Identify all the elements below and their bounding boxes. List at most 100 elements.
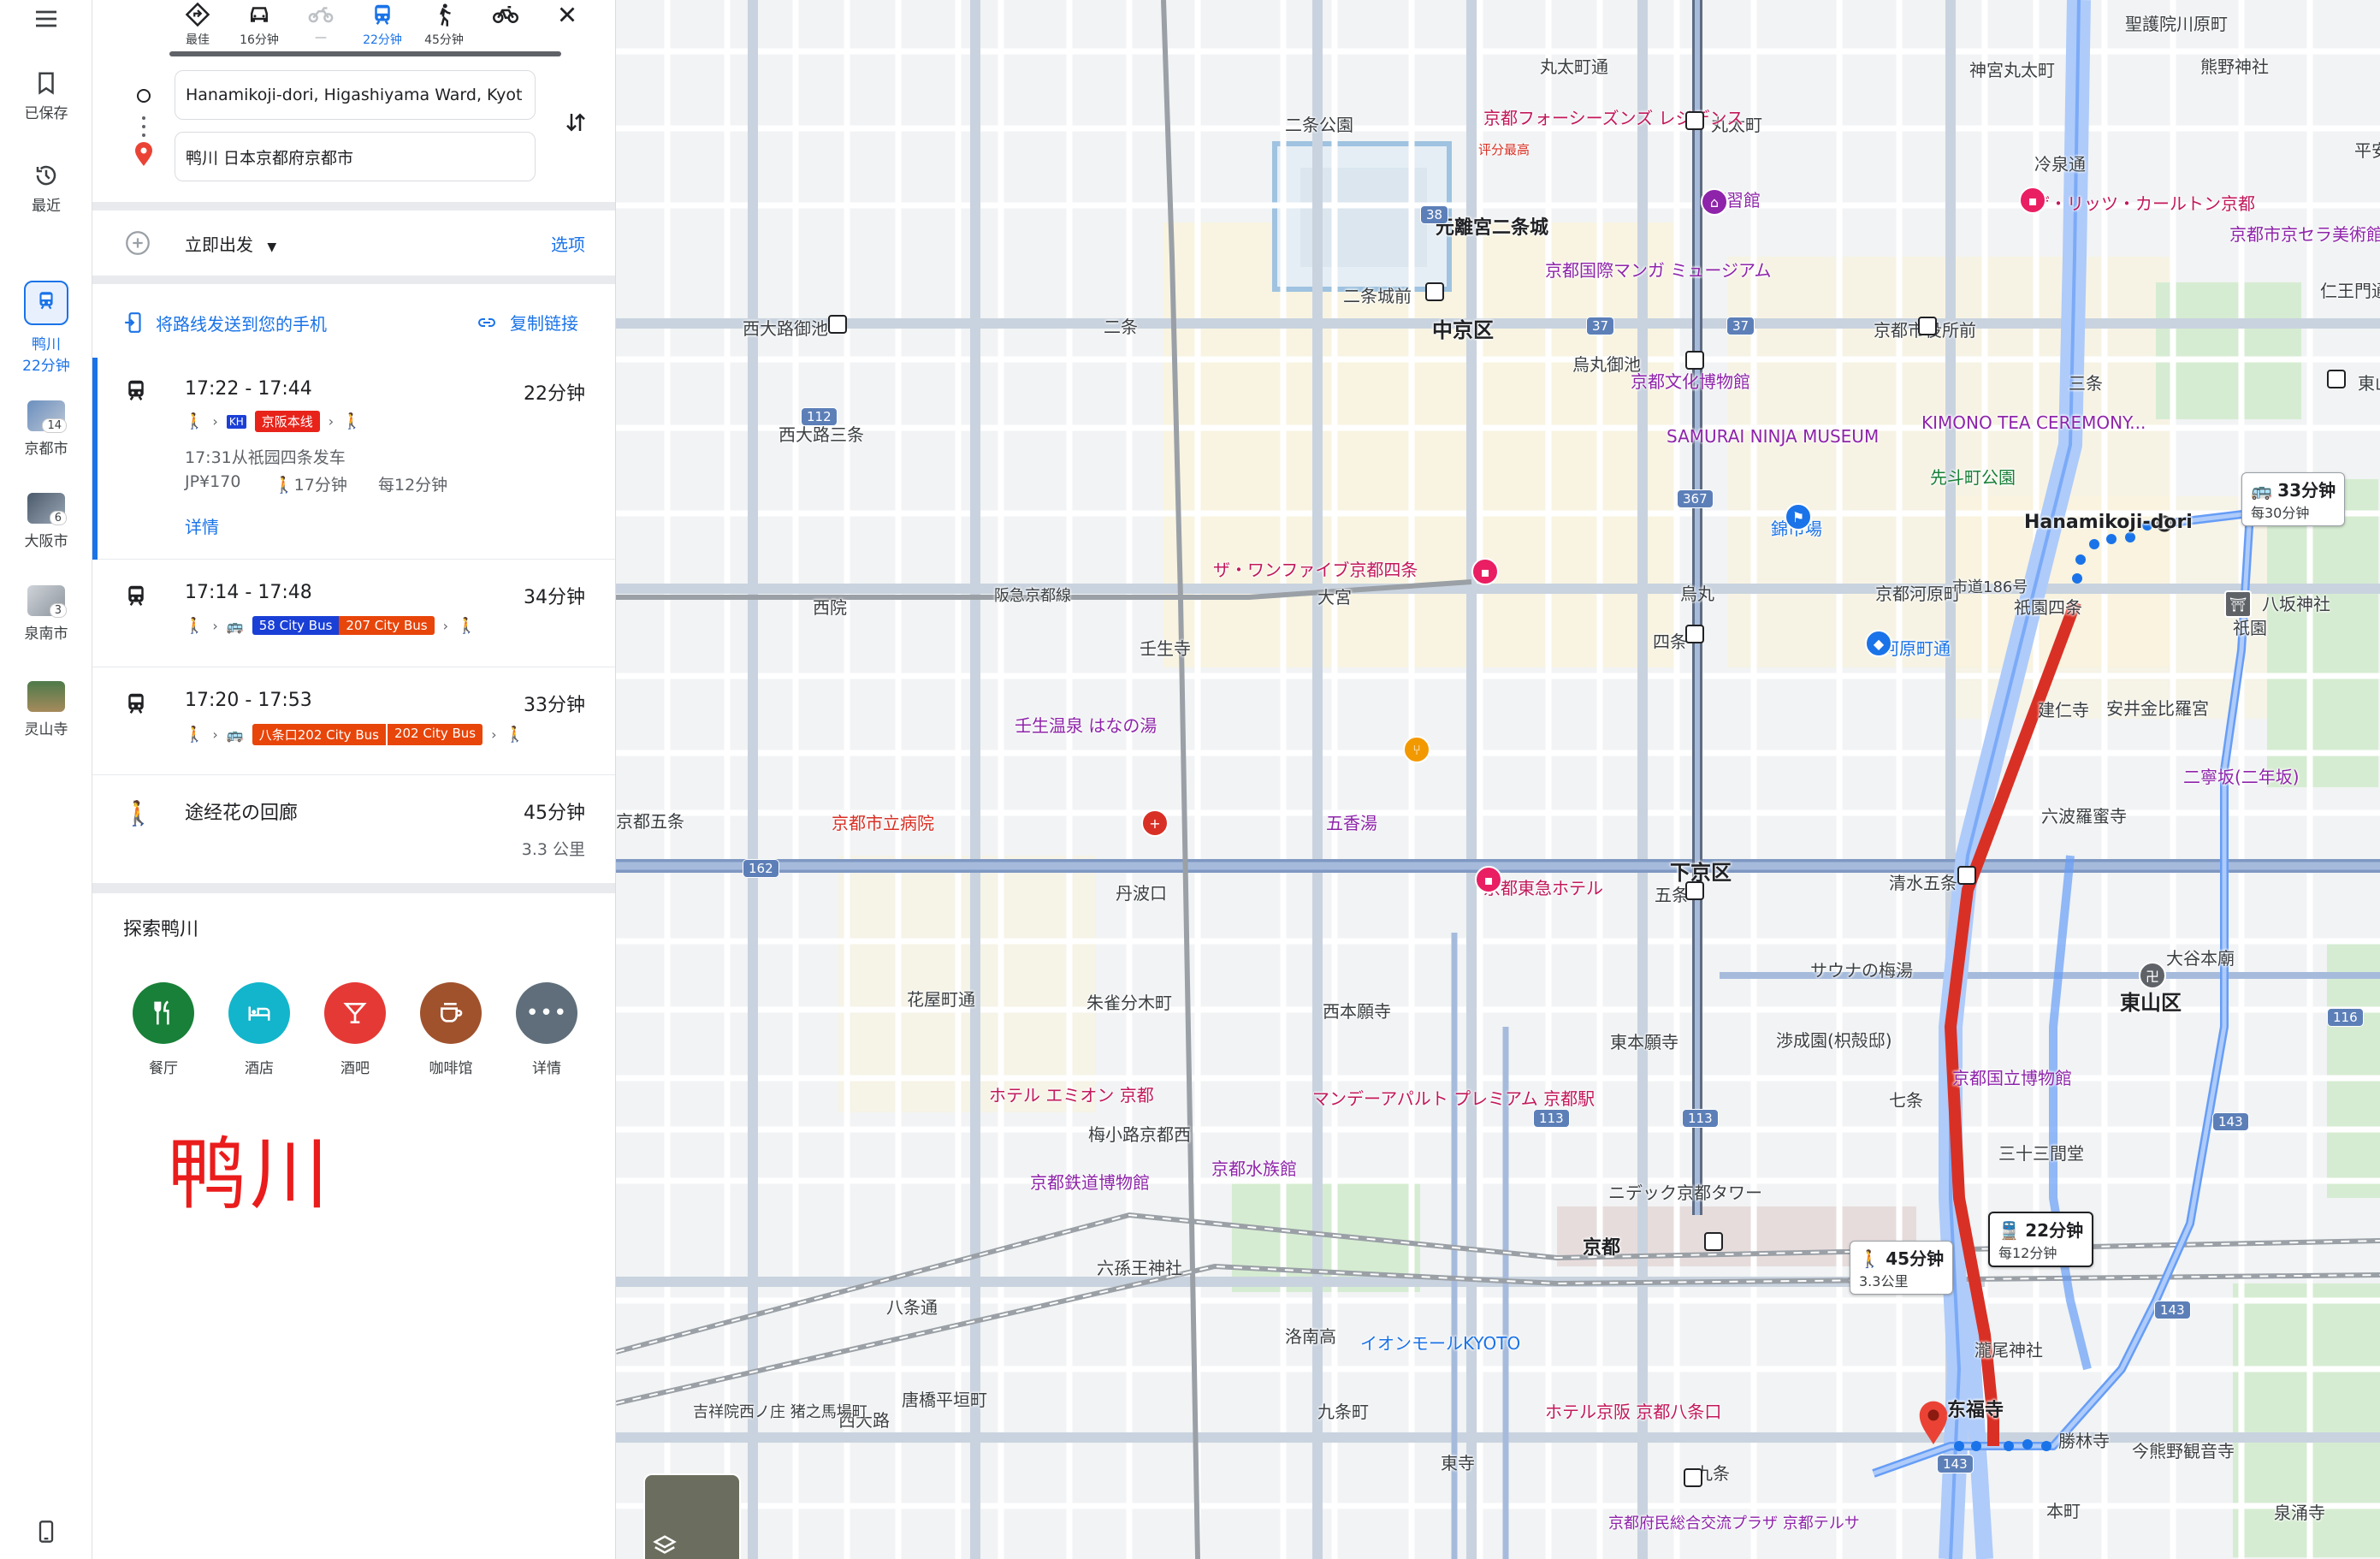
- origin-input[interactable]: Hanamikoji-dori, Higashiyama Ward, Kyot: [175, 70, 536, 120]
- category-more[interactable]: ••• 详情: [508, 982, 585, 1077]
- poi-sanjusangendo[interactable]: 三十三間堂: [1998, 1140, 2084, 1165]
- subway-station-icon[interactable]: [1957, 866, 1976, 885]
- map-label-sanjo[interactable]: 三条: [2069, 370, 2103, 394]
- poi-mibu-onsen[interactable]: 壬生温泉 はなの湯: [1015, 712, 1157, 737]
- hospital-icon[interactable]: +: [1141, 809, 1169, 837]
- map-label-higashiyama-stn[interactable]: 東山: [2358, 370, 2380, 394]
- layers-button[interactable]: [643, 1473, 741, 1559]
- poi-ninenzaka[interactable]: 二寧坂(二年坂): [2183, 763, 2300, 788]
- route-option-walk[interactable]: 🚶 途经花の回廊 45分钟 3.3 公里: [92, 775, 615, 883]
- shrine-icon[interactable]: ⛩: [2224, 590, 2252, 618]
- send-to-phone-button[interactable]: 将路线发送到您的手机: [123, 310, 327, 335]
- map-label-kyoto-tower[interactable]: ニデック京都タワー: [1608, 1179, 1762, 1204]
- map-label-umekoji[interactable]: 梅小路京都西: [1088, 1121, 1191, 1146]
- recent-button[interactable]: 最近: [0, 163, 92, 215]
- map-canvas[interactable]: 🚶 45分钟 3.3公里 🚆 22分钟 每12分钟 🚌 33分钟 每30分钟 元離宮二…: [616, 0, 2380, 1559]
- rail-item-osaka[interactable]: 6 大阪市: [0, 493, 92, 550]
- mode-best[interactable]: 最佳: [168, 0, 228, 48]
- mode-walk[interactable]: 45分钟: [414, 0, 474, 48]
- route-option-3[interactable]: 17:20 - 17:53 33分钟 🚶 › 🚌 八条口202 City Bus…: [92, 667, 615, 775]
- poi-yasui-konpiragu[interactable]: 安井金比羅宮: [2106, 695, 2209, 720]
- mode-transit[interactable]: 22分钟: [352, 0, 412, 48]
- map-label-gojo[interactable]: 五条: [1655, 881, 1689, 906]
- rail-item-kyoto[interactable]: 14 京都市: [0, 400, 92, 458]
- destination-pin-icon[interactable]: [1916, 1400, 1951, 1444]
- options-link[interactable]: 选项: [551, 231, 585, 256]
- map-label-hanamikoji[interactable]: Hanamikoji-dori: [2024, 512, 2193, 533]
- details-link[interactable]: 详情: [185, 513, 219, 538]
- temple-icon[interactable]: 卍: [2139, 962, 2166, 989]
- poi-shorinji[interactable]: 勝林寺: [2058, 1427, 2110, 1452]
- poi-hotel-emion[interactable]: ホテル エミオン 京都: [989, 1082, 1154, 1106]
- map-label-kawaramachi[interactable]: 京都河原町: [1875, 580, 1961, 605]
- poi-samurai-museum[interactable]: SAMURAI NINJA MUSEUM: [1667, 426, 1879, 447]
- poi-rokuharamitsuji[interactable]: 六波羅蜜寺: [2041, 803, 2127, 827]
- map-label-gion-shijo[interactable]: 祇園四条: [2014, 594, 2082, 619]
- shopping-icon[interactable]: ⚑: [1785, 503, 1812, 531]
- poi-rakunan-high[interactable]: 洛南高: [1285, 1323, 1336, 1348]
- subway-station-icon[interactable]: [1425, 282, 1444, 301]
- poi-sauna-umeyu[interactable]: サウナの梅湯: [1810, 957, 1913, 981]
- restaurant-icon[interactable]: ⑂: [1403, 736, 1430, 763]
- poi-higashi-honganji[interactable]: 東本願寺: [1610, 1028, 1678, 1053]
- poi-four-seasons[interactable]: 京都フォーシーズンズ レジデンス: [1483, 104, 1744, 129]
- poi-ponto-park[interactable]: 先斗町公園: [1930, 464, 2016, 489]
- poi-ritz-carlton[interactable]: ザ・リッツ・カールトン京都: [2033, 190, 2255, 215]
- poi-gokoyu[interactable]: 五香湯: [1326, 809, 1377, 834]
- phone-button[interactable]: [0, 1518, 92, 1550]
- poi-otani-honbyo[interactable]: 大谷本廟: [2166, 945, 2235, 969]
- rail-item-sennan[interactable]: 3 泉南市: [0, 585, 92, 643]
- map-label-kyoto-station[interactable]: 京都: [1583, 1232, 1620, 1260]
- subway-station-icon[interactable]: [2327, 370, 2346, 388]
- category-restaurants[interactable]: 餐厅: [125, 982, 202, 1077]
- subway-station-icon[interactable]: [1684, 1468, 1702, 1487]
- add-circle-icon[interactable]: [123, 228, 152, 258]
- poi-kumano-shrine[interactable]: 熊野神社: [2200, 53, 2269, 78]
- transit-route-summary[interactable]: 🚆 22分钟 每12分钟: [1988, 1212, 2094, 1267]
- poi-yasaka-shrine[interactable]: 八坂神社: [2262, 590, 2330, 615]
- poi-aeon-mall[interactable]: イオンモールKYOTO: [1360, 1330, 1520, 1354]
- map-label-kyoto-gojo[interactable]: 京都五条: [616, 808, 684, 833]
- poi-rokuson-shrine[interactable]: 六孫王神社: [1097, 1254, 1182, 1279]
- route-option-2[interactable]: 17:14 - 17:48 34分钟 🚶 › 🚌 58 City Bus 207…: [92, 560, 615, 667]
- hotel-icon[interactable]: ▪: [1475, 866, 1502, 893]
- map-pin-kawaramachi[interactable]: ◆: [1865, 630, 1892, 657]
- saved-button[interactable]: 已保存: [0, 70, 92, 122]
- subway-station-icon[interactable]: [1685, 111, 1704, 130]
- poi-nishi-honganji[interactable]: 西本願寺: [1323, 998, 1391, 1023]
- poi-terrsa[interactable]: 京都府民総合交流プラザ 京都テルサ: [1608, 1511, 1860, 1533]
- category-cafes[interactable]: 咖啡馆: [412, 982, 489, 1077]
- map-label-shijo[interactable]: 四条: [1653, 628, 1687, 653]
- poi-aquarium[interactable]: 京都水族館: [1211, 1155, 1297, 1180]
- rail-item-ryozenji[interactable]: 灵山寺: [0, 681, 92, 738]
- close-directions-button[interactable]: [537, 0, 597, 31]
- bus-route-summary[interactable]: 🚌 33分钟 每30分钟: [2241, 472, 2346, 526]
- poi-sennyuji[interactable]: 泉涌寺: [2274, 1499, 2325, 1524]
- poi-shoseien[interactable]: 渉成園(枳殻邸): [1776, 1027, 1892, 1052]
- map-label-shimizu-gojo[interactable]: 清水五条: [1889, 869, 1957, 894]
- museum-icon[interactable]: ⌂: [1701, 188, 1728, 216]
- swap-origin-destination-button[interactable]: [554, 101, 597, 144]
- poi-kyoto-city-hospital[interactable]: 京都市立病院: [832, 809, 934, 834]
- map-label-nijojomae[interactable]: 二条城前: [1343, 282, 1412, 307]
- poi-manga-museum[interactable]: 京都国際マンガ ミュージアム: [1545, 257, 1772, 282]
- walk-route-summary[interactable]: 🚶 45分钟 3.3公里: [1850, 1241, 1954, 1295]
- mode-bike[interactable]: [476, 0, 536, 31]
- rail-item-kamogawa[interactable]: 鸭川 22分钟: [0, 281, 92, 375]
- subway-station-icon[interactable]: [828, 315, 847, 334]
- destination-input[interactable]: 鸭川 日本京都府京都市: [175, 132, 536, 181]
- poi-takio-shrine[interactable]: 瀧尾神社: [1974, 1337, 2043, 1361]
- copy-link-button[interactable]: 复制链接: [474, 310, 578, 335]
- mode-motorcycle[interactable]: —: [291, 0, 351, 44]
- poi-kenninji[interactable]: 建仁寺: [2038, 697, 2089, 721]
- map-label-tambaguchi[interactable]: 丹波口: [1116, 880, 1167, 904]
- map-label-karasuma[interactable]: 烏丸: [1680, 580, 1714, 605]
- depart-now-dropdown[interactable]: 立即出发 ▼: [185, 231, 276, 256]
- map-label-jingu-marutamachi[interactable]: 神宮丸太町: [1969, 56, 2055, 81]
- map-label-nijo-castle[interactable]: 元離宮二条城: [1436, 212, 1548, 240]
- poi-monday-apart[interactable]: マンデーアパルト プレミアム 京都駅: [1312, 1085, 1595, 1110]
- poi-mibudera[interactable]: 壬生寺: [1140, 635, 1191, 660]
- subway-station-icon[interactable]: [1685, 351, 1704, 370]
- subway-station-icon[interactable]: [1685, 625, 1704, 643]
- hotel-icon[interactable]: ▪: [1471, 558, 1499, 585]
